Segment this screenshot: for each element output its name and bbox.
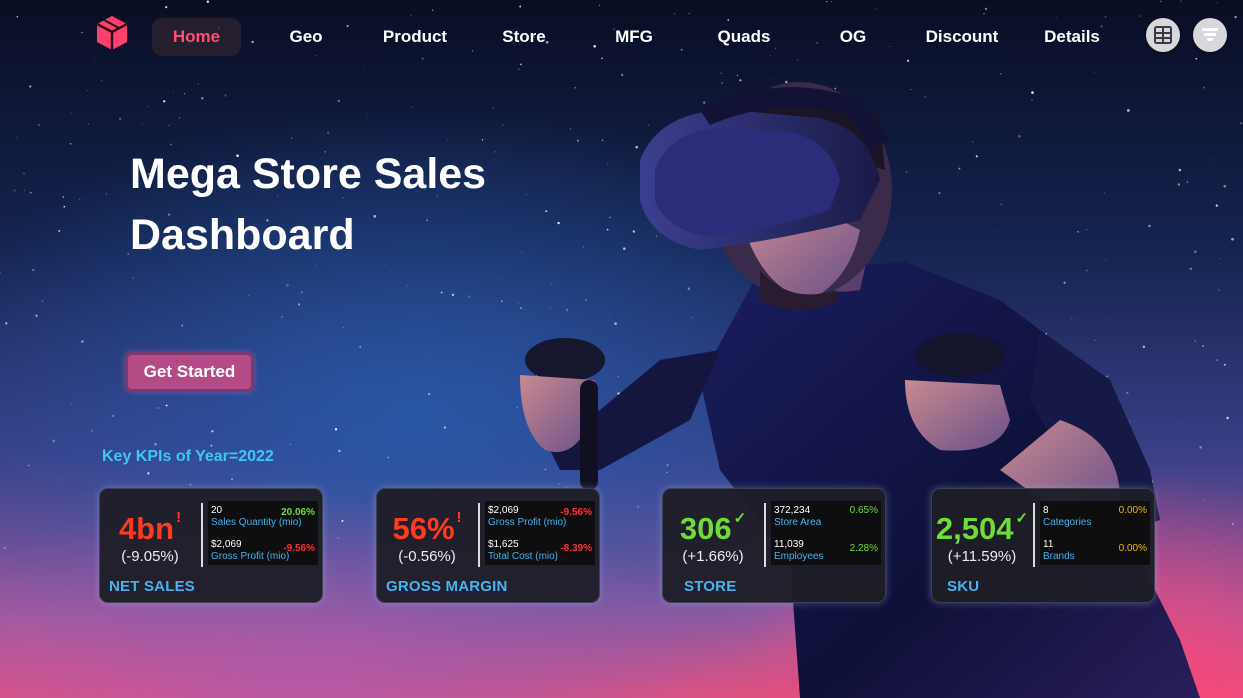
nav-product[interactable]: Product [374,18,456,56]
detail-value: 11 [1043,539,1054,550]
detail-pct: -9.56% [283,543,315,554]
kpi-value: 306 ✓ [679,510,747,546]
detail-value: 20 [211,505,223,516]
kpi-value: 2,504 ✓ [935,510,1029,546]
nav-details[interactable]: Details [1036,18,1108,56]
detail-pct: 0.00% [1118,543,1147,554]
kpi-value: 56%! [392,509,462,546]
detail-label: Employees [774,551,824,562]
detail-pct: -9.56% [560,507,592,518]
kpi-divider [201,503,203,567]
detail-pct: 2.28% [849,543,878,554]
detail-value: $2,069 [488,505,519,516]
kpi-card-sku[interactable]: 2,504 ✓ (+11.59%) 8 Categories 0.00% 11 B… [931,488,1155,603]
detail-label: Gross Profit (mio) [211,551,290,562]
kpi-change: (-9.05%) [121,548,179,565]
cube-logo-icon[interactable] [93,14,131,52]
kpi-change: (-0.56%) [398,548,456,565]
detail-label: Store Area [774,517,822,528]
get-started-button[interactable]: Get Started [125,352,254,392]
nav-og[interactable]: OG [828,18,878,56]
detail-value: $1,625 [488,539,519,550]
nav-mfg[interactable]: MFG [605,18,663,56]
detail-value: 8 [1043,505,1049,516]
kpi-divider [764,503,766,567]
kpi-detail-panel: $2,069 Gross Profit (mio) -9.56% $1,625 … [485,501,595,565]
kpi-name: STORE [684,578,737,595]
kpi-detail-panel: 372,234 Store Area 0.65% 11,039 Employee… [771,501,881,565]
page-title: Mega Store Sales Dashboard [130,150,487,259]
detail-label: Categories [1043,517,1092,528]
kpi-card-net-sales[interactable]: 4bn! (-9.05%) 20 Sales Quantity (mio) 20… [99,488,323,603]
nav-home[interactable]: Home [152,18,241,56]
kpi-name: NET SALES [109,578,195,595]
kpi-card-gross-margin[interactable]: 56%! (-0.56%) $2,069 Gross Profit (mio) … [376,488,600,603]
nav-discount[interactable]: Discount [916,18,1008,56]
detail-label: Gross Profit (mio) [488,517,567,528]
kpi-divider [478,503,480,567]
kpi-change: (+1.66%) [682,548,744,565]
kpi-divider [1033,503,1035,567]
nav-quads[interactable]: Quads [708,18,780,56]
nav-geo[interactable]: Geo [276,18,336,56]
detail-pct: 20.06% [281,507,315,518]
kpi-detail-panel: 20 Sales Quantity (mio) 20.06% $2,069 Gr… [208,501,318,565]
detail-pct: 0.00% [1118,505,1147,516]
checkmark-icon: ✓ [733,510,747,527]
top-navigation: Home Geo Product Store MFG Quads OG Disc… [0,0,1243,74]
nav-store[interactable]: Store [494,18,554,56]
detail-value: $2,069 [211,539,242,550]
kpi-detail-panel: 8 Categories 0.00% 11 Brands 0.00% [1040,501,1150,565]
detail-label: Total Cost (mio) [488,551,559,562]
table-grid-icon [1154,26,1172,44]
detail-label: Sales Quantity (mio) [211,517,302,528]
detail-value: 11,039 [774,539,804,550]
kpi-value: 4bn! [118,509,182,546]
detail-value: 372,234 [774,505,811,516]
detail-pct: 0.65% [849,505,878,516]
kpi-change: (+11.59%) [947,548,1017,565]
kpi-card-store[interactable]: 306 ✓ (+1.66%) 372,234 Store Area 0.65% 1… [662,488,886,603]
detail-pct: -8.39% [560,543,592,554]
kpi-section-heading: Key KPIs of Year=2022 [102,448,274,465]
checkmark-icon: ✓ [1015,510,1029,527]
table-view-button[interactable] [1146,18,1180,52]
filter-funnel-icon [1202,28,1218,41]
kpi-name: SKU [947,578,980,595]
warning-mark-icon: ! [456,509,462,526]
warning-mark-icon: ! [176,509,182,526]
kpi-name: GROSS MARGIN [386,578,508,595]
detail-label: Brands [1043,551,1075,562]
filter-button[interactable] [1193,18,1227,52]
